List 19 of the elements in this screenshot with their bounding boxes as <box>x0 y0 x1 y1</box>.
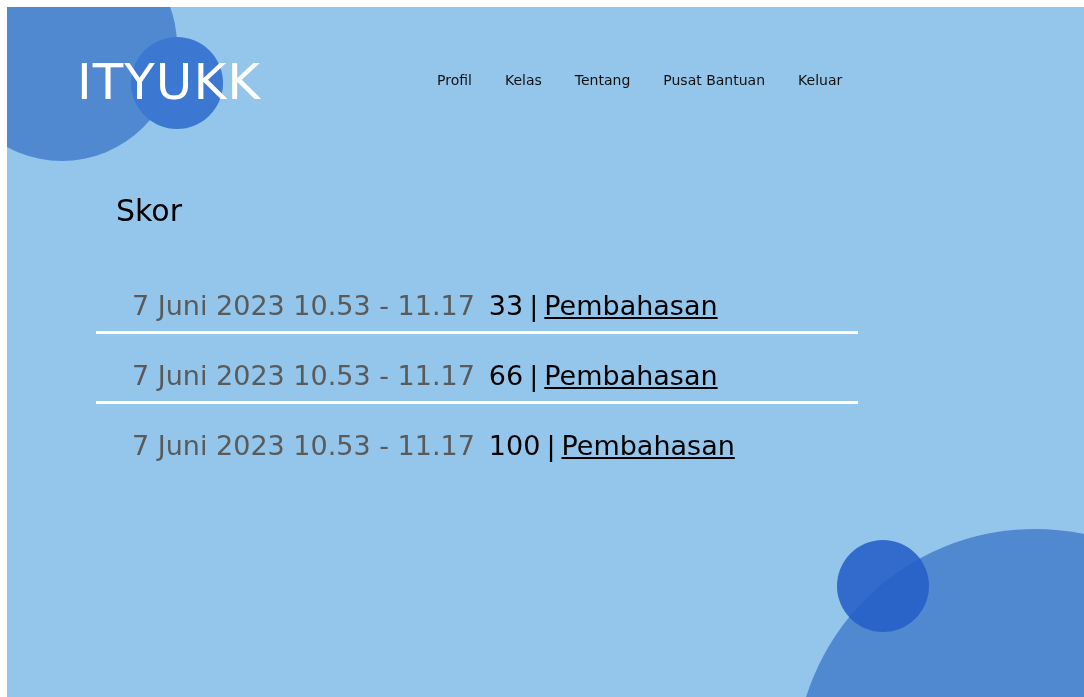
discussion-link[interactable]: Pembahasan <box>561 430 735 461</box>
score-value: 100 <box>488 430 541 461</box>
nav-link[interactable]: Tentang <box>574 72 631 88</box>
discussion-link[interactable]: Pembahasan <box>544 290 718 321</box>
nav-link[interactable]: Keluar <box>798 72 843 88</box>
score-value: 66 <box>488 360 524 391</box>
attempt-time: 7 Juni 2023 10.53 - 11.17 <box>132 430 475 461</box>
nav-link[interactable]: Kelas <box>504 72 542 88</box>
separator-text: | <box>546 430 556 461</box>
discussion-link[interactable]: Pembahasan <box>544 360 718 391</box>
separator-text: | <box>529 290 539 321</box>
separator-text: | <box>529 360 539 391</box>
logo[interactable]: ITYUKK <box>77 53 261 111</box>
score-value: 33 <box>488 290 524 321</box>
nav-link[interactable]: Profil <box>437 72 472 88</box>
attempt-time: 7 Juni 2023 10.53 - 11.17 <box>132 360 475 391</box>
attempt-time: 7 Juni 2023 10.53 - 11.17 <box>132 290 475 321</box>
page-title: Skor <box>116 193 184 228</box>
nav-link[interactable]: Pusat Bantuan <box>663 72 766 88</box>
